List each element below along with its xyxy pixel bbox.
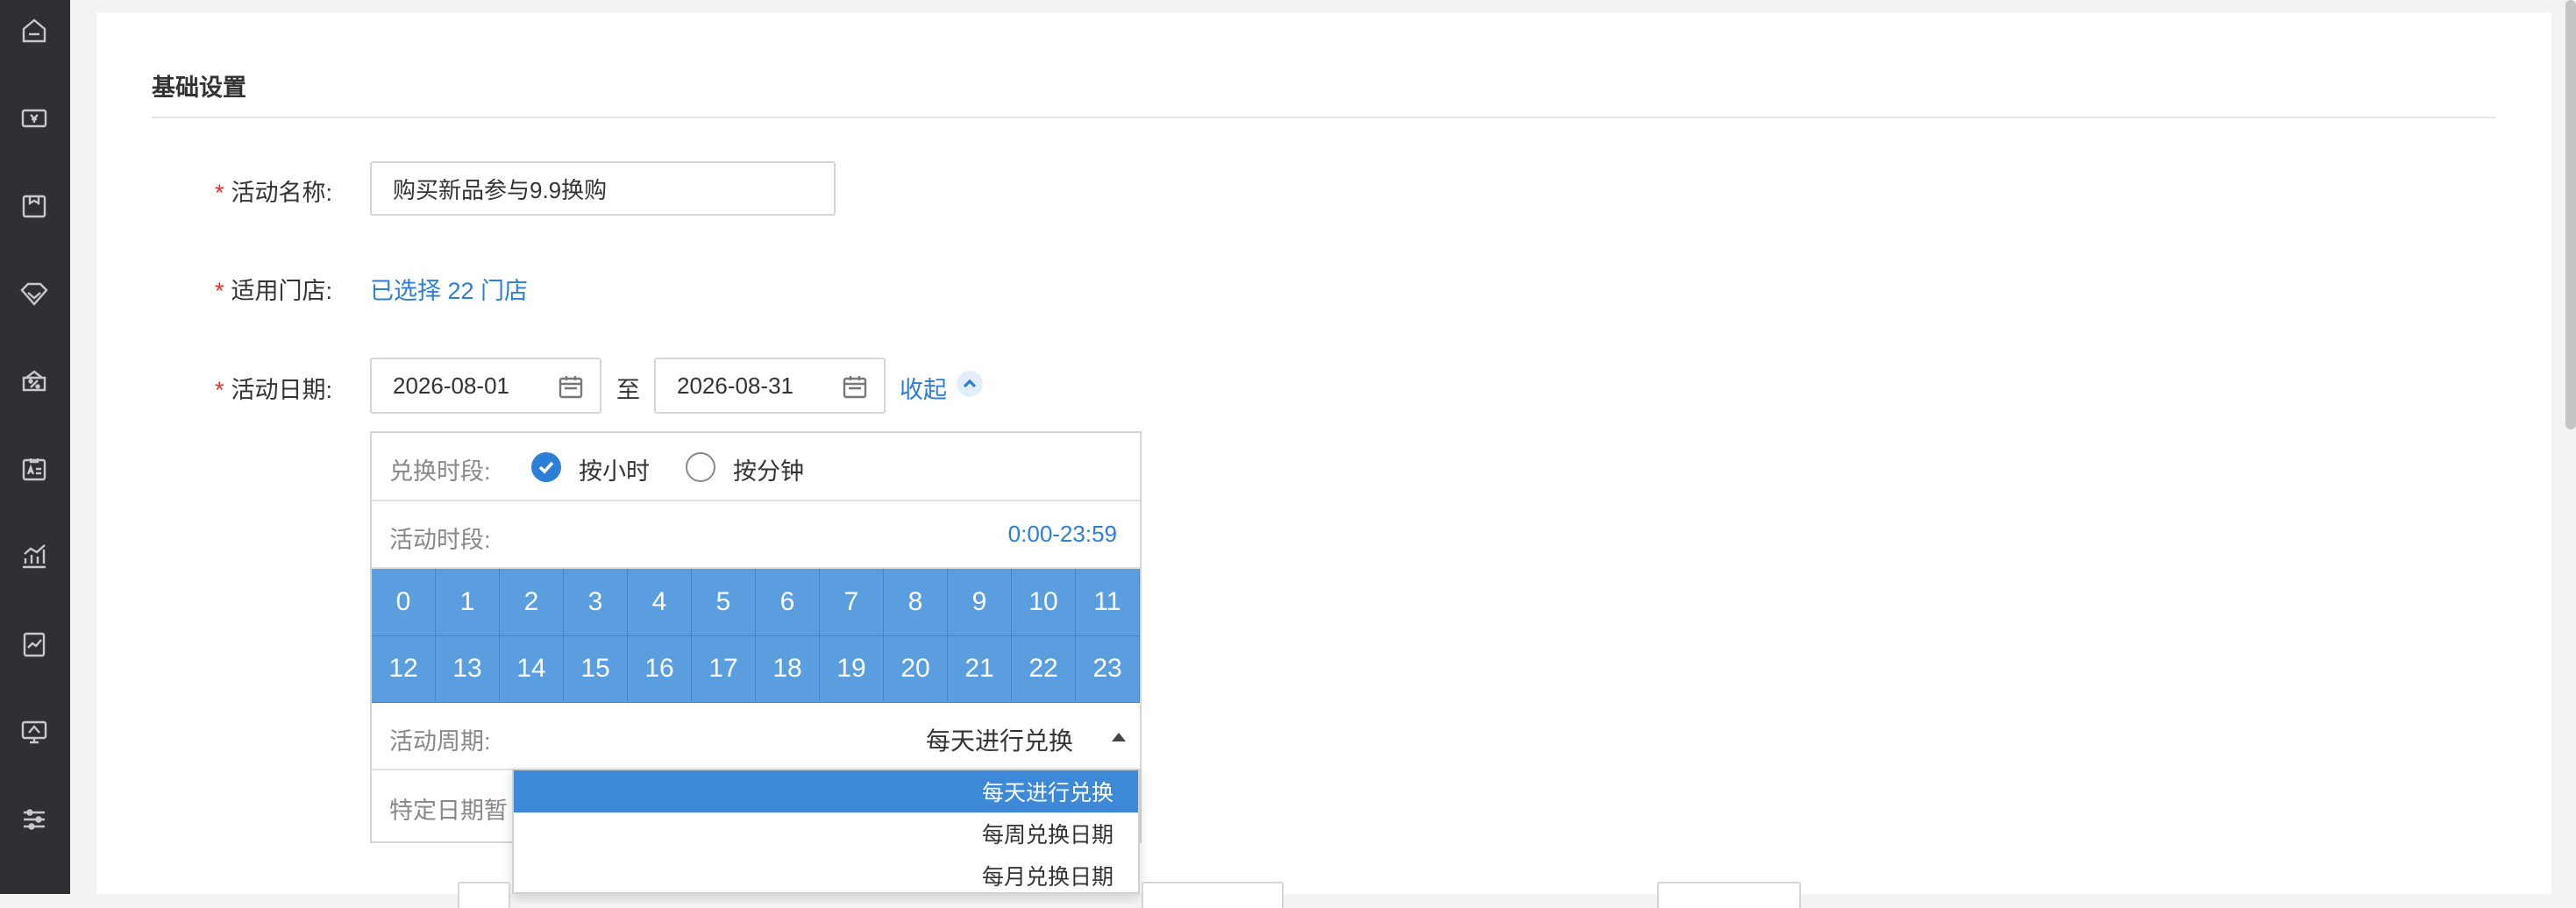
activity-time-label: 活动时段: [389, 527, 491, 553]
radio-by-hour[interactable] [531, 452, 561, 482]
hour-cell[interactable]: 23 [1076, 635, 1140, 703]
hour-cell[interactable]: 18 [756, 635, 820, 703]
diamond-icon[interactable] [18, 277, 51, 310]
required-mark: * [215, 278, 224, 304]
monitor-icon[interactable] [18, 715, 51, 748]
hour-cell[interactable]: 14 [500, 635, 564, 703]
id-card-icon[interactable] [18, 452, 51, 486]
hour-cell[interactable]: 10 [1012, 569, 1076, 636]
end-date-input[interactable]: 2026-08-31 [654, 358, 886, 414]
hour-cell[interactable]: 9 [948, 569, 1012, 636]
required-mark: * [215, 377, 224, 403]
radio-by-minute-label[interactable]: 按分钟 [733, 452, 804, 486]
date-range-separator: 至 [616, 377, 640, 403]
calendar-icon[interactable] [558, 373, 584, 400]
hour-cell[interactable]: 1 [436, 569, 500, 636]
coupon-icon[interactable] [18, 365, 51, 398]
activity-name-label: * 活动名称: [215, 180, 333, 206]
section-title: 基础设置 [152, 74, 246, 101]
radio-by-minute[interactable] [686, 452, 715, 482]
activity-cycle-select[interactable]: 每天进行兑换 [926, 722, 1073, 757]
hour-cell[interactable]: 3 [564, 569, 628, 636]
hour-cell[interactable]: 15 [564, 635, 628, 703]
required-mark: * [215, 180, 224, 206]
section-divider [152, 117, 2496, 118]
hour-cell[interactable]: 8 [884, 569, 948, 636]
report-icon[interactable] [18, 628, 51, 661]
dropdown-option-monthly[interactable]: 每月兑换日期 [514, 855, 1138, 897]
activity-time-row: 活动时段: 0:00-23:59 [372, 501, 1140, 569]
hour-cell[interactable]: 11 [1076, 569, 1140, 636]
hour-cell[interactable]: 6 [756, 569, 820, 636]
caret-up-icon[interactable] [1112, 733, 1126, 741]
activity-date-label: * 活动日期: [215, 377, 333, 403]
hour-cell[interactable]: 16 [628, 635, 692, 703]
hour-cell[interactable]: 17 [692, 635, 756, 703]
chevron-up-icon[interactable] [957, 371, 983, 397]
hour-cell[interactable]: 7 [820, 569, 884, 636]
box-icon[interactable] [18, 189, 51, 223]
dropdown-option-weekly[interactable]: 每周兑换日期 [514, 812, 1138, 855]
hour-cell[interactable]: 22 [1012, 635, 1076, 703]
activity-cycle-label: 活动周期: [389, 728, 491, 755]
exchange-period-label: 兑换时段: [389, 458, 491, 485]
hour-cell[interactable]: 4 [628, 569, 692, 636]
hour-cell[interactable]: 21 [948, 635, 1012, 703]
activity-cycle-row[interactable]: 活动周期: 每天进行兑换 [372, 703, 1140, 770]
calendar-icon[interactable] [842, 373, 868, 400]
special-date-label: 特定日期暂 [389, 798, 508, 824]
yen-card-icon[interactable] [18, 102, 51, 135]
stores-label: * 适用门店: [215, 278, 333, 304]
hour-cell[interactable]: 12 [372, 635, 436, 703]
vertical-scrollbar[interactable] [2565, 0, 2576, 429]
hour-grid: 0 1 2 3 4 5 6 7 8 9 10 11 12 13 14 15 16 17 18 19 20 21 22 23 [372, 569, 1140, 703]
hour-cell[interactable]: 0 [372, 569, 436, 636]
collapse-link[interactable]: 收起 [900, 371, 947, 405]
hour-cell[interactable]: 19 [820, 635, 884, 703]
check-icon [538, 461, 554, 474]
activity-name-input[interactable]: 购买新品参与9.9换购 [370, 161, 836, 216]
hour-cell[interactable]: 2 [500, 569, 564, 636]
partial-input[interactable] [1142, 882, 1284, 908]
home-icon[interactable] [18, 14, 51, 47]
activity-time-value[interactable]: 0:00-23:59 [1008, 521, 1117, 548]
sidebar [0, 0, 70, 894]
partial-input[interactable] [458, 882, 510, 908]
hour-cell[interactable]: 5 [692, 569, 756, 636]
hour-cell[interactable]: 13 [436, 635, 500, 703]
start-date-input[interactable]: 2026-08-01 [370, 358, 601, 414]
hour-cell[interactable]: 20 [884, 635, 948, 703]
chart-icon[interactable] [18, 540, 51, 573]
sliders-icon[interactable] [18, 803, 51, 836]
exchange-period-row: 兑换时段: 按小时 按分钟 [372, 433, 1140, 501]
selected-stores-link[interactable]: 已选择 22 门店 [370, 272, 528, 306]
radio-by-hour-label[interactable]: 按小时 [579, 452, 650, 486]
dropdown-option-daily[interactable]: 每天进行兑换 [514, 770, 1138, 812]
cycle-dropdown-menu: 每天进行兑换 每周兑换日期 每月兑换日期 [512, 769, 1140, 894]
partial-input[interactable] [1657, 882, 1801, 908]
